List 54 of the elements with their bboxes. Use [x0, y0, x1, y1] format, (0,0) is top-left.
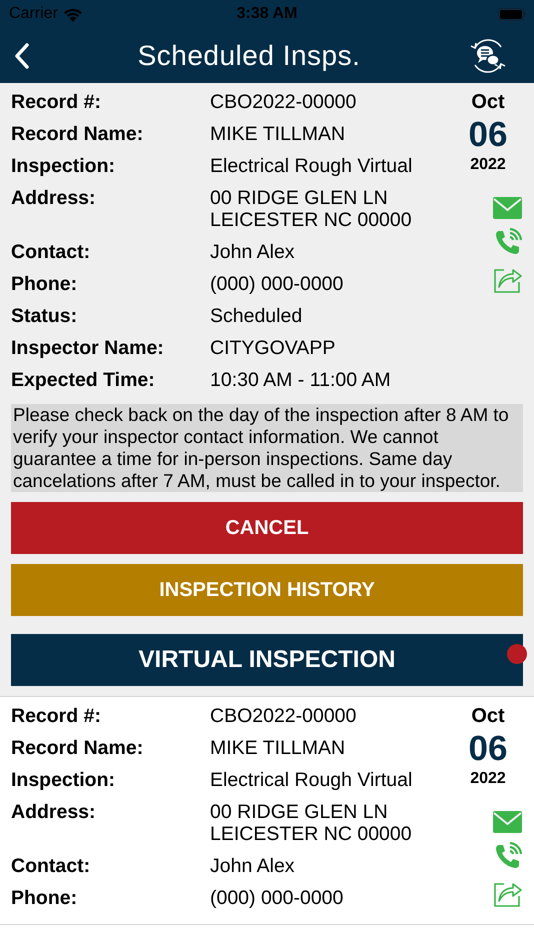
virtual-inspection-button[interactable]: VIRTUAL INSPECTION [11, 634, 523, 686]
phone-icon[interactable] [494, 842, 522, 870]
field-label: Record Name: [11, 737, 144, 759]
wifi-icon [62, 6, 83, 22]
field-label: Inspection: [11, 155, 116, 177]
email-icon[interactable] [493, 197, 522, 219]
field-value: Scheduled [210, 305, 302, 327]
field-value: LEICESTER NC 00000 [210, 209, 412, 231]
field-value: Electrical Rough Virtual [210, 769, 412, 791]
email-icon[interactable] [493, 811, 522, 833]
field-label: Inspection: [11, 769, 116, 791]
field-value: John Alex [210, 855, 295, 877]
field-label: Address: [11, 801, 97, 825]
back-button[interactable] [14, 42, 30, 68]
date-day: 06 [468, 729, 508, 769]
notice-text: Please check back on the day of the inspection after 8 AM to verify your inspector contact information. We cannot guarantee a time for in-person inspections. Same day cancelations after 7 AM, must be called in to your inspector. [11, 404, 523, 492]
carrier-label: Carrier [9, 5, 58, 23]
field-label: Record #: [11, 91, 102, 113]
field-label: Contact: [11, 241, 92, 263]
field-label: Expected Time: [11, 369, 156, 391]
field-label: Record #: [11, 705, 102, 727]
field-value: MIKE TILLMAN [210, 123, 346, 145]
date-day: 06 [468, 115, 508, 155]
field-value: John Alex [210, 241, 295, 263]
field-value: CBO2022-00000 [210, 91, 356, 113]
field-value: CBO2022-00000 [210, 705, 356, 727]
inspection-card[interactable] [0, 83, 534, 697]
field-label: Phone: [11, 887, 78, 909]
field-label: Phone: [11, 273, 78, 295]
screen-title: Scheduled Insps. [138, 40, 360, 72]
inspection-card[interactable]: Record #: CBO2022-00000 Record Name: MIKE TILLMAN Inspection: Electrical Rough Virtual Address: 00 RIDGE GLEN LN LEICESTER NC 00000 Contact: John Alex Phone: (000) 000-0000 Oct 06 2022 [0, 697, 534, 925]
field-value: CITYGOVAPP [210, 337, 336, 359]
field-value: (000) 000-0000 [210, 273, 344, 295]
inspection-history-button[interactable]: INSPECTION HISTORY [11, 564, 523, 616]
field-value: MIKE TILLMAN [210, 737, 346, 759]
clock-time: 3:38 AM [236, 5, 298, 23]
date-month: Oct [471, 90, 505, 115]
date-year: 2022 [470, 155, 506, 175]
field-value: 00 RIDGE GLEN LN [210, 801, 389, 823]
date-month: Oct [471, 704, 505, 729]
field-label: Status: [11, 305, 78, 327]
field-value: (000) 000-0000 [210, 887, 344, 909]
field-label: Inspector Name: [11, 337, 165, 359]
field-label: Address: [11, 187, 97, 211]
field-value: 10:30 AM - 11:00 AM [210, 369, 391, 391]
battery-icon [498, 8, 526, 20]
field-label: Contact: [11, 855, 92, 877]
field-value: 00 RIDGE GLEN LN [210, 187, 389, 209]
field-label: Record Name: [11, 123, 144, 145]
date-year: 2022 [470, 769, 506, 789]
field-value: Electrical Rough Virtual [210, 155, 412, 177]
cancel-button[interactable]: CANCEL [11, 502, 523, 554]
field-value: LEICESTER NC 00000 [210, 823, 412, 845]
phone-icon[interactable] [494, 228, 522, 256]
